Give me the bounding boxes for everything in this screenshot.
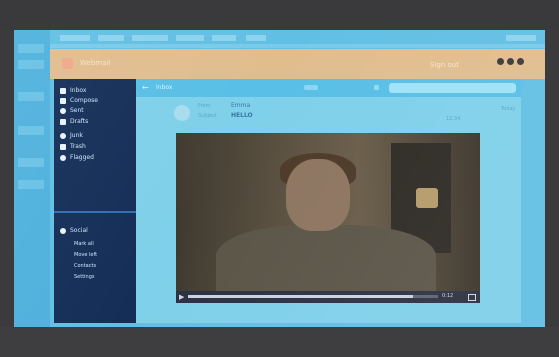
- sidebar-subitem[interactable]: Move left: [74, 252, 97, 258]
- video-background: [416, 188, 438, 208]
- trash-icon: [60, 143, 66, 150]
- user-link[interactable]: Sign out: [430, 61, 459, 69]
- dock-item[interactable]: [18, 92, 44, 101]
- window-dot-icon[interactable]: [497, 58, 504, 65]
- sidebar-item-label: Trash: [70, 143, 86, 150]
- browser-tab[interactable]: [98, 35, 124, 41]
- sidebar-item-flagged[interactable]: Flagged: [60, 154, 94, 161]
- flag-icon: [60, 154, 66, 161]
- social-icon: [60, 227, 66, 234]
- dock-item[interactable]: [18, 60, 44, 69]
- sidebar-item-label: Drafts: [70, 118, 89, 125]
- top-bezel: [0, 0, 559, 30]
- from-value[interactable]: Emma: [231, 102, 250, 109]
- monitor-screen: Webmail Sign out Inbox Compose Sent Draf…: [14, 30, 545, 327]
- sidebar-item-sent[interactable]: Sent: [60, 107, 84, 114]
- sidebar: Inbox Compose Sent Drafts Junk Trash Fla…: [54, 79, 136, 323]
- toolbar-action-icon[interactable]: [304, 85, 318, 90]
- sidebar-item-trash[interactable]: Trash: [60, 143, 86, 150]
- sidebar-item-junk[interactable]: Junk: [60, 132, 83, 139]
- sidebar-section-label: Social: [70, 227, 88, 234]
- video-progress-bar[interactable]: [188, 295, 438, 298]
- dock-item[interactable]: [18, 180, 44, 189]
- sidebar-subitem[interactable]: Mark all: [74, 241, 94, 247]
- sidebar-item-label: Junk: [70, 132, 83, 139]
- sidebar-subitem[interactable]: Contacts: [74, 263, 96, 269]
- message-header: From Emma Subject HELLO Today 12:34: [136, 97, 521, 127]
- video-person: [286, 159, 350, 231]
- avatar: [174, 105, 190, 121]
- pencil-icon: [60, 97, 66, 104]
- browser-tab[interactable]: [176, 35, 204, 41]
- address-bar[interactable]: [50, 44, 545, 48]
- app-logo-icon: [62, 58, 73, 69]
- window-dot-icon[interactable]: [517, 58, 524, 65]
- toolbar-action-icon[interactable]: [374, 85, 379, 90]
- heart-icon: [60, 107, 66, 114]
- app-title: Webmail: [80, 59, 111, 67]
- sidebar-item-label: Sent: [70, 107, 84, 114]
- toolbar-label[interactable]: Inbox: [156, 84, 172, 91]
- sidebar-item-social[interactable]: Social: [60, 227, 88, 234]
- browser-tabbar: [50, 34, 545, 44]
- browser-tab[interactable]: [212, 35, 236, 41]
- sidebar-item-inbox[interactable]: Inbox: [60, 87, 86, 94]
- video-controls: ▶ 0:12: [176, 291, 480, 303]
- sidebar-item-label: Inbox: [70, 87, 87, 94]
- browser-tab[interactable]: [506, 35, 536, 41]
- home-icon: [60, 87, 66, 94]
- dock-item[interactable]: [18, 158, 44, 167]
- message-date: Today: [501, 106, 516, 112]
- app-header: Webmail Sign out: [50, 49, 545, 79]
- desktop-dock: [14, 30, 50, 327]
- sidebar-item-drafts[interactable]: Drafts: [60, 118, 88, 125]
- sidebar-item-label: Compose: [70, 97, 99, 104]
- subject-key: Subject: [198, 113, 217, 119]
- play-icon[interactable]: ▶: [179, 293, 184, 301]
- photo-frame: Webmail Sign out Inbox Compose Sent Draf…: [0, 0, 559, 357]
- message-toolbar: ← Inbox: [136, 79, 521, 97]
- back-arrow-icon[interactable]: ←: [142, 83, 149, 92]
- browser-tab[interactable]: [246, 35, 266, 41]
- sidebar-item-compose[interactable]: Compose: [60, 97, 98, 104]
- from-key: From: [198, 103, 211, 109]
- sidebar-subitem[interactable]: Settings: [74, 274, 95, 280]
- video-player[interactable]: ▶ 0:12: [176, 133, 480, 303]
- window-controls: [497, 58, 524, 65]
- sidebar-item-label: Flagged: [70, 154, 94, 161]
- browser-tab[interactable]: [132, 35, 168, 41]
- message-pane: ← Inbox From Emma Subject HELLO Today 12…: [136, 79, 521, 323]
- window-dot-icon[interactable]: [507, 58, 514, 65]
- video-time: 0:12: [442, 293, 454, 299]
- search-input[interactable]: [389, 83, 516, 93]
- bottom-bezel: [0, 327, 559, 357]
- dock-item[interactable]: [18, 126, 44, 135]
- sidebar-divider: [54, 211, 136, 213]
- dock-item[interactable]: [18, 44, 44, 53]
- doc-icon: [60, 118, 66, 125]
- subject-value: HELLO: [231, 112, 253, 119]
- browser-tab[interactable]: [60, 35, 90, 41]
- fullscreen-icon[interactable]: [468, 294, 476, 301]
- video-progress-fill: [188, 295, 413, 298]
- star-icon: [60, 132, 66, 139]
- message-time: 12:34: [446, 116, 461, 122]
